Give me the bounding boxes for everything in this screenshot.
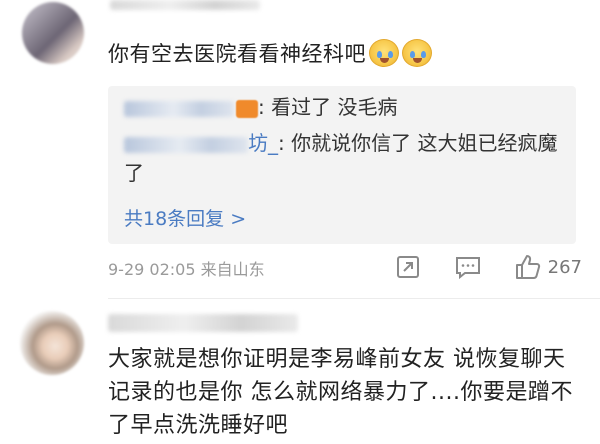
- comment-item: 大家就是想你证明是李易峰前女友 说恢复聊天记录的也是你 怎么就网络暴力了....…: [0, 300, 600, 444]
- username-blurred[interactable]: [108, 314, 298, 332]
- comment-meta: 9-29 02:05 来自山东: [108, 260, 265, 279]
- share-icon[interactable]: [392, 252, 424, 282]
- like-count: 267: [547, 256, 582, 278]
- avatar[interactable]: [20, 311, 84, 375]
- comment-body: 你有空去医院看看神经科吧: [108, 38, 586, 70]
- comment-icon[interactable]: [452, 252, 484, 282]
- crying-face-icon: [402, 39, 432, 67]
- crying-face-icon: [369, 39, 399, 67]
- reply-text: 看过了 没毛病: [271, 95, 398, 119]
- reply-preview-box[interactable]: : 看过了 没毛病 坊_: 你就说你信了 这大姐已经疯魔了 共18条回复 >: [108, 86, 576, 244]
- reply-item: 坊_: 你就说你信了 这大姐已经疯魔了: [124, 128, 560, 188]
- comment-item: 你有空去医院看看神经科吧 : 看过了 没毛病 坊_: 你就说你信了 这大姐已经疯…: [0, 0, 600, 300]
- member-badge-icon: [236, 99, 258, 118]
- reply-username[interactable]: [124, 92, 258, 122]
- avatar[interactable]: [22, 2, 84, 64]
- username-blurred[interactable]: [110, 0, 260, 10]
- divider: [108, 298, 600, 299]
- like-icon[interactable]: [512, 252, 544, 282]
- comment-actions: 267: [392, 250, 582, 284]
- view-all-replies-link[interactable]: 共18条回复 >: [124, 204, 246, 231]
- reply-item: : 看过了 没毛病: [124, 92, 560, 122]
- reply-username[interactable]: 坊_: [124, 128, 278, 158]
- comment-text: 你有空去医院看看神经科吧: [108, 42, 366, 66]
- comment-text: 大家就是想你证明是李易峰前女友 说恢复聊天记录的也是你 怎么就网络暴力了....…: [108, 347, 573, 438]
